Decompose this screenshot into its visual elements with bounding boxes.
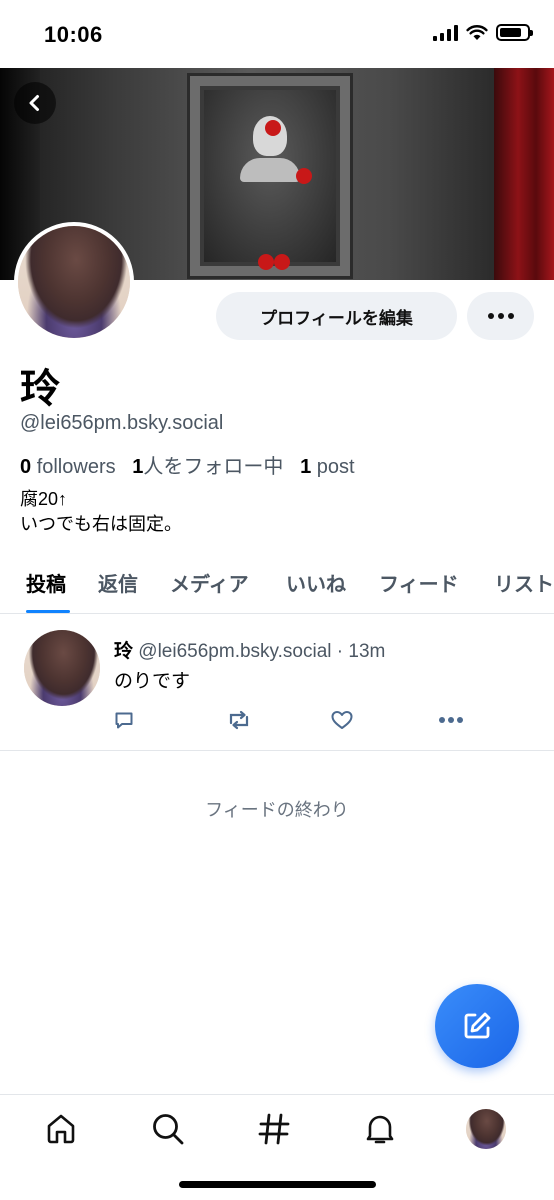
more-dot — [497, 313, 504, 319]
following-link[interactable]: 1人をフォロー中 — [132, 456, 283, 478]
compose-icon — [464, 1012, 491, 1039]
more-horizontal-icon — [439, 717, 463, 723]
nav-search[interactable] — [148, 1109, 188, 1149]
tab-feeds[interactable]: フィード — [379, 568, 459, 597]
post-header: 玲 @lei656pm.bsky.social · 13m — [114, 636, 385, 663]
profile-stats: 0 followers 1人をフォロー中 1 post — [20, 450, 355, 479]
followers-count: 0 — [20, 456, 32, 478]
banner-rose — [296, 168, 312, 184]
tab-media[interactable]: メディア — [170, 568, 249, 597]
reply-button[interactable] — [110, 706, 138, 734]
signal-icon — [433, 24, 458, 41]
banner-rose — [265, 120, 281, 136]
home-icon — [47, 1114, 75, 1144]
wifi-icon — [466, 25, 488, 40]
post-author[interactable]: 玲 — [114, 641, 133, 662]
back-button[interactable] — [14, 82, 56, 124]
banner-rose — [274, 254, 290, 270]
active-tab-indicator — [26, 610, 70, 613]
profile-avatar[interactable] — [14, 222, 134, 342]
search-icon — [153, 1114, 184, 1145]
profile-tabs: 投稿 返信 メディア いいね フィード リスト — [0, 560, 554, 614]
nav-feeds[interactable] — [254, 1109, 294, 1149]
banner-curtain-right — [494, 68, 554, 280]
feed-end-text: フィードの終わり — [205, 800, 349, 820]
following-label: 人をフォロー中 — [143, 456, 284, 478]
post-avatar[interactable] — [24, 630, 100, 706]
tab-replies[interactable]: 返信 — [98, 568, 138, 597]
chevron-left-icon — [29, 95, 39, 111]
tab-lists[interactable]: リスト — [494, 568, 554, 597]
like-button[interactable] — [328, 706, 356, 734]
bio-line: 腐20↑ — [20, 489, 68, 509]
nav-home[interactable] — [41, 1109, 81, 1149]
compose-button[interactable] — [435, 984, 519, 1068]
profile-bio: 腐20↑ いつでも右は固定。 — [20, 487, 182, 537]
display-name: 玲 — [20, 367, 60, 411]
hashtag-icon — [258, 1113, 290, 1145]
followers-label: followers — [36, 456, 116, 478]
battery-icon — [496, 24, 533, 41]
more-dot — [487, 313, 494, 319]
reply-icon — [115, 712, 133, 729]
nav-notifications[interactable] — [360, 1109, 400, 1149]
status-bar: 10:06 — [0, 0, 554, 68]
more-options-button[interactable] — [467, 292, 534, 340]
post-handle[interactable]: @lei656pm.bsky.social — [138, 641, 331, 662]
battery-level — [500, 28, 521, 37]
bell-icon — [366, 1115, 394, 1144]
bio-line: いつでも右は固定。 — [20, 514, 182, 534]
status-time: 10:06 — [44, 22, 103, 47]
posts-count: 1 — [300, 456, 312, 478]
banner-rose — [258, 254, 274, 270]
banner-collar — [240, 158, 300, 182]
avatar-image — [466, 1109, 506, 1149]
status-icons — [433, 24, 533, 41]
profile-handle: @lei656pm.bsky.social — [20, 412, 224, 434]
repost-button[interactable] — [225, 706, 253, 734]
more-dot — [507, 313, 514, 319]
following-count: 1 — [132, 456, 144, 478]
post-actions — [110, 706, 470, 736]
heart-icon — [331, 711, 353, 729]
post-item[interactable]: 玲 @lei656pm.bsky.social · 13m のりです — [0, 614, 554, 751]
posts-stat: 1 post — [300, 456, 355, 478]
followers-link[interactable]: 0 followers — [20, 456, 116, 478]
post-more-button[interactable] — [436, 706, 466, 734]
home-indicator — [179, 1181, 376, 1188]
post-time: 13m — [348, 641, 386, 662]
tab-posts[interactable]: 投稿 — [26, 568, 66, 597]
post-text: のりです — [114, 671, 191, 692]
posts-label: post — [316, 456, 355, 478]
repost-icon — [229, 710, 249, 730]
avatar-image — [18, 226, 130, 338]
tab-likes[interactable]: いいね — [286, 568, 346, 597]
avatar-image — [24, 630, 100, 706]
nav-profile-avatar[interactable] — [466, 1109, 506, 1149]
edit-profile-button[interactable]: プロフィールを編集 — [216, 292, 457, 340]
post-separator: · — [336, 641, 344, 662]
